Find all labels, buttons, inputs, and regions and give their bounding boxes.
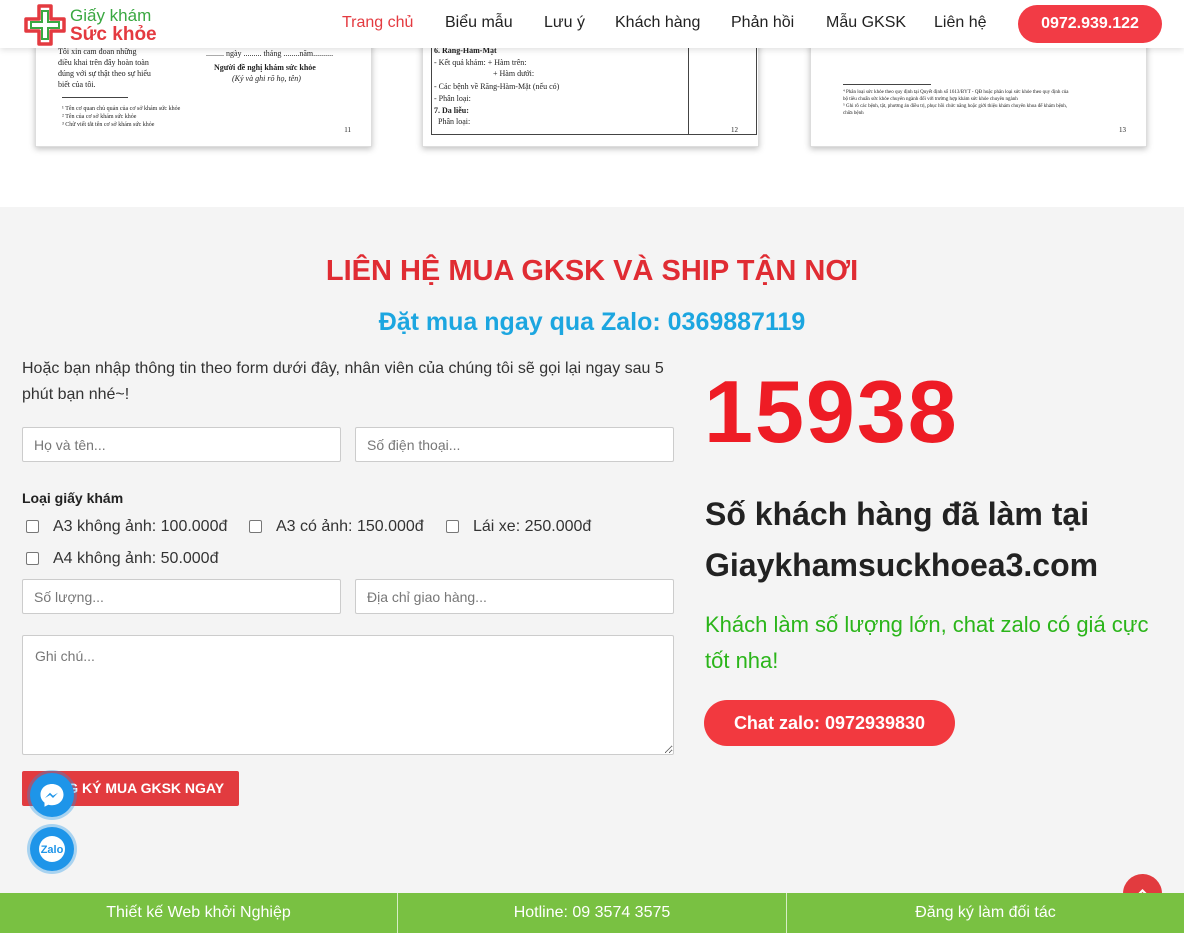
doc-text: đúng với sự thật theo sự hiểu <box>58 69 151 78</box>
doc-footnote: chữa bệnh <box>843 111 864 116</box>
section-title: LIÊN HỆ MUA GKSK VÀ SHIP TẬN NƠI <box>325 255 859 287</box>
footer-partner-link[interactable]: Đăng ký làm đối tác <box>787 893 1184 933</box>
doc-table-divider <box>688 41 689 135</box>
option-a3-no-photo-checkbox[interactable] <box>26 520 39 533</box>
option-a4-no-photo-label[interactable]: A4 không ảnh: 50.000đ <box>53 550 218 568</box>
customers-line-2: Giaykhamsuckhoea3.com <box>705 547 1099 583</box>
doc-divider <box>843 84 931 85</box>
zalo-icon-label: Zalo <box>41 844 64 856</box>
doc-text: ......... ngày ......... tháng ........n… <box>206 49 334 58</box>
nav-item-contact[interactable]: Liên hệ <box>934 14 987 32</box>
note-textarea[interactable] <box>22 635 674 755</box>
doc-text: điều khai trên đây hoàn toàn <box>58 58 149 67</box>
footer-web-design-link[interactable]: Thiết kế Web khởi Nghiệp <box>0 893 397 933</box>
messenger-chat-button[interactable] <box>30 773 74 817</box>
doc-footnote: ⁵ Ghi rõ các bệnh, tật, phương án điều t… <box>843 104 1068 109</box>
phone-input[interactable] <box>355 427 674 462</box>
nav-item-customers[interactable]: Khách hàng <box>615 14 700 32</box>
logo-text-bottom: Sức khỏe <box>70 24 157 45</box>
doc-footnote: ⁴ Phân loại sức khỏe theo quy định tại Q… <box>843 90 1069 95</box>
nav-item-samples[interactable]: Mẫu GKSK <box>826 14 906 32</box>
doc-text: biết của tôi. <box>58 80 96 89</box>
option-a4-no-photo-checkbox[interactable] <box>26 552 39 565</box>
doc-text: 7. Da liễu: <box>434 106 469 115</box>
doc-divider <box>62 97 128 98</box>
option-a3-photo-label[interactable]: A3 có ảnh: 150.000đ <box>276 518 424 536</box>
option-driver-checkbox[interactable] <box>446 520 459 533</box>
doc-text: - Phân loại: <box>434 94 471 103</box>
zalo-order-subtitle[interactable]: Đặt mua ngay qua Zalo: 0369887119 <box>0 308 1184 337</box>
customers-served-text: Số khách hàng đã làm tại Giaykhamsuckhoe… <box>705 489 1098 591</box>
zalo-icon: Zalo <box>39 836 65 862</box>
bulk-order-note: Khách làm số lượng lớn, chat zalo có giá… <box>705 612 1149 673</box>
nav-item-feedback[interactable]: Phản hồi <box>731 14 794 32</box>
customers-line-1: Số khách hàng đã làm tại <box>705 496 1090 532</box>
doc-text: Tôi xin cam đoan những <box>58 47 137 56</box>
option-a3-photo-checkbox[interactable] <box>249 520 262 533</box>
doc-footnote: ² Tên của cơ sở khám sức khỏe <box>62 114 137 120</box>
doc-footnote: ¹ Tên cơ quan chủ quản của cơ sở khám sứ… <box>62 106 181 112</box>
doc-footnote: ³ Chữ viết tắt tên cơ sở khám sức khỏe <box>62 122 155 128</box>
doc-text: - Các bệnh về Răng-Hàm-Mặt (nếu có) <box>434 82 560 91</box>
doc-text: (Ký và ghi rõ họ, tên) <box>232 74 301 83</box>
option-a3-no-photo-label[interactable]: A3 không ảnh: 100.000đ <box>53 518 227 536</box>
nav-item-forms[interactable]: Biểu mẫu <box>445 14 513 32</box>
footer-bar: Thiết kế Web khởi Nghiệp Hotline: 09 357… <box>0 893 1184 933</box>
doc-text: Người đề nghị khám sức khỏe <box>214 63 316 72</box>
quantity-input[interactable] <box>22 579 341 614</box>
address-input[interactable] <box>355 579 674 614</box>
contact-section: LIÊN HỆ MUA GKSK VÀ SHIP TẬN NƠI Đặt mua… <box>0 207 1184 893</box>
doc-page-number: 13 <box>1119 126 1126 134</box>
doc-text: + Hàm dưới: <box>493 69 535 78</box>
doc-page-number: 11 <box>344 126 351 134</box>
nav-item-notes[interactable]: Lưu ý <box>544 14 585 32</box>
name-input[interactable] <box>22 427 341 462</box>
nav-item-home[interactable]: Trang chủ <box>342 14 413 32</box>
doc-text: Phân loại: <box>438 117 471 126</box>
customer-counter: 15938 <box>704 362 959 461</box>
option-driver-label[interactable]: Lái xe: 250.000đ <box>473 518 591 536</box>
zalo-chat-button[interactable]: Zalo <box>30 827 74 871</box>
site-logo[interactable]: Giấy khám Sức khỏe <box>22 2 172 48</box>
logo-text-top: Giấy khám <box>70 6 152 25</box>
medical-cross-icon <box>24 4 66 46</box>
form-intro-text: Hoặc bạn nhập thông tin theo form dưới đ… <box>22 360 664 403</box>
footer-hotline-link[interactable]: Hotline: 09 3574 3575 <box>398 893 786 933</box>
paper-type-label: Loại giấy khám <box>22 490 124 506</box>
doc-page-number: 12 <box>731 126 738 134</box>
site-header: Giấy khám Sức khỏe Trang chủ Biểu mẫu Lư… <box>0 0 1184 48</box>
chat-zalo-button[interactable]: Chat zalo: 0972939830 <box>704 700 955 746</box>
messenger-icon <box>40 784 64 807</box>
doc-footnote: bộ tiêu chuẩn sức khỏe chuyên ngành đối … <box>843 97 1018 102</box>
header-phone-button[interactable]: 0972.939.122 <box>1018 5 1162 43</box>
doc-text: - Kết quả khám: + Hàm trên: <box>434 58 527 67</box>
